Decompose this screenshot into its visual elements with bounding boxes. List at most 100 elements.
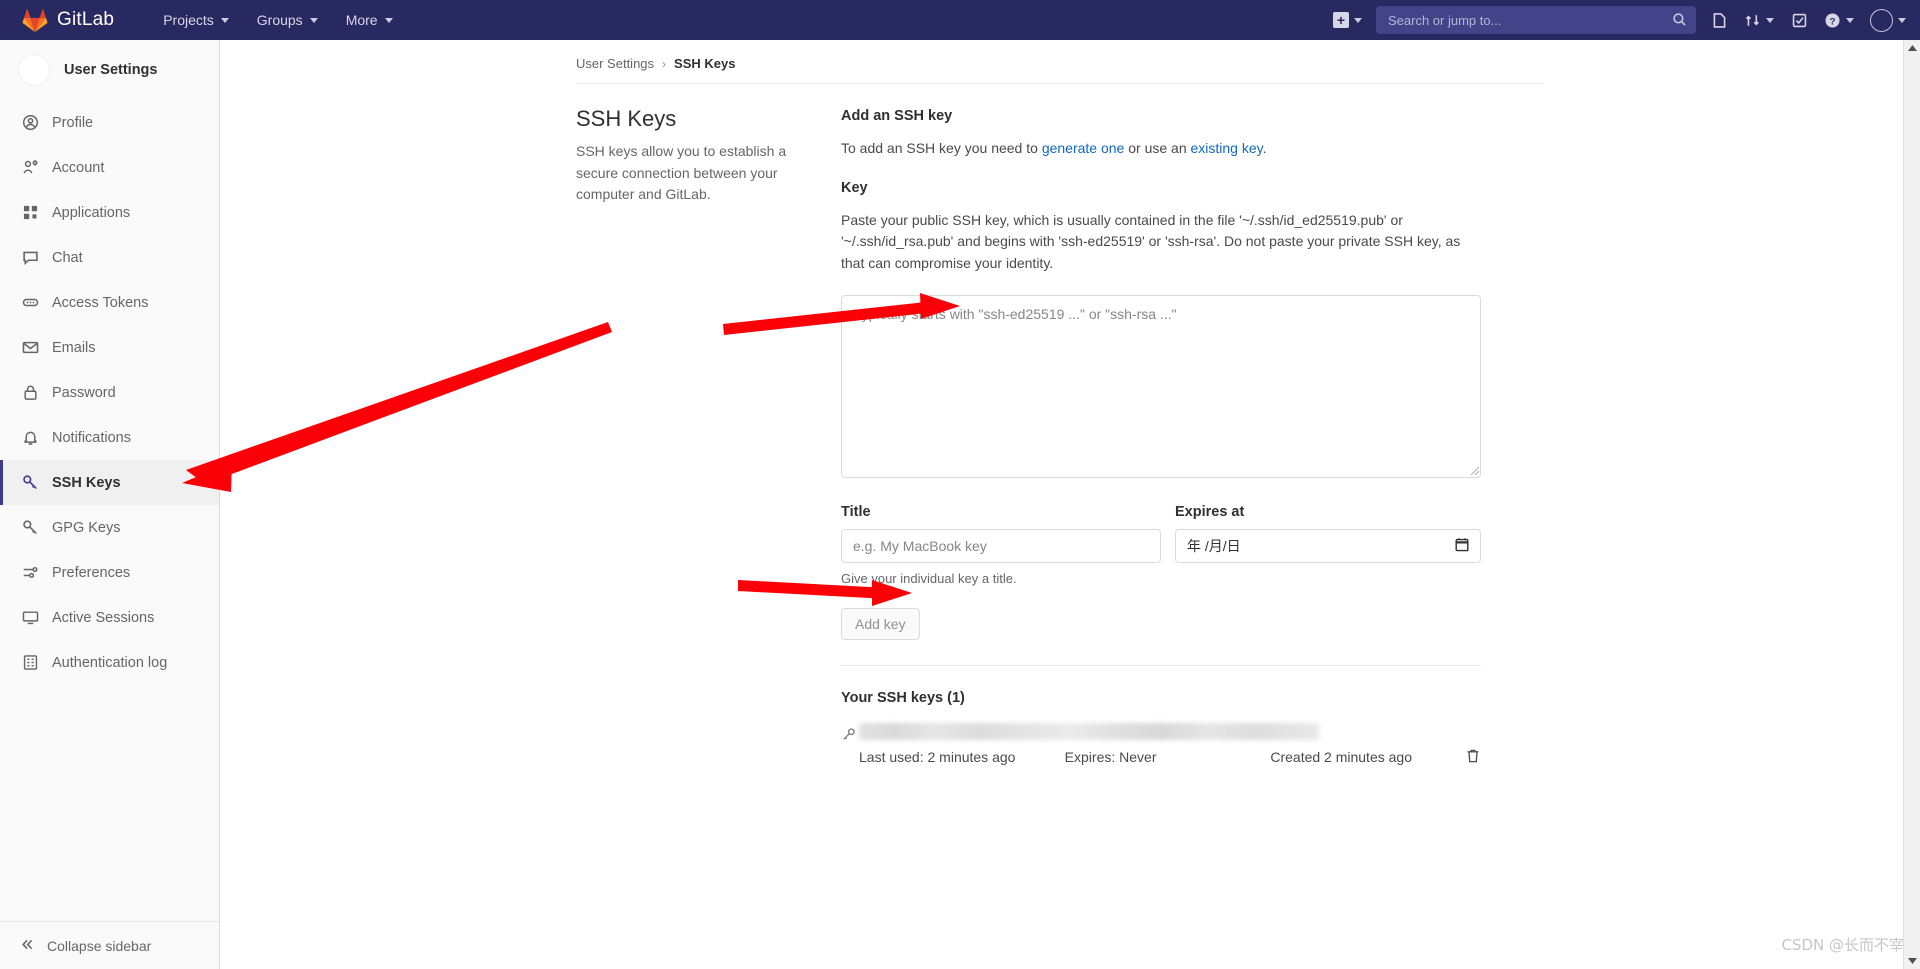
sidebar-label-gpg-keys: GPG Keys	[52, 519, 121, 536]
key-created: Created 2 minutes ago	[1270, 749, 1412, 766]
nav-item-groups[interactable]: Groups	[248, 7, 327, 33]
expires-at-label: Expires at	[1175, 503, 1245, 520]
chevron-down-icon	[1846, 17, 1854, 23]
monitor-icon	[22, 609, 39, 626]
sidebar-item-active-sessions[interactable]: Active Sessions	[0, 595, 219, 640]
sidebar-avatar	[18, 54, 50, 86]
sidebar-item-emails[interactable]: Emails	[0, 325, 219, 370]
key-textarea-wrapper	[841, 294, 1481, 483]
ssh-key-name-redacted	[859, 722, 1319, 740]
breadcrumb-user-settings[interactable]: User Settings	[576, 56, 654, 71]
issues-button[interactable]	[1702, 0, 1736, 40]
sidebar-header[interactable]: User Settings	[0, 40, 219, 100]
sidebar-item-password[interactable]: Password	[0, 370, 219, 415]
help-button[interactable]: ?	[1816, 0, 1862, 40]
sidebar-item-account[interactable]: Account	[0, 145, 219, 190]
scroll-down-arrow[interactable]	[1904, 952, 1920, 969]
chevron-down-icon	[384, 17, 393, 23]
add-key-intro: To add an SSH key you need to generate o…	[841, 138, 1481, 160]
log-icon	[22, 654, 39, 671]
your-ssh-keys-heading: Your SSH keys (1)	[841, 689, 965, 706]
sidebar-label-chat: Chat	[52, 249, 83, 266]
sidebar-item-access-tokens[interactable]: Access Tokens	[0, 280, 219, 325]
breadcrumb-separator: ›	[662, 56, 667, 71]
key-field-help: Paste your public SSH key, which is usua…	[841, 211, 1461, 272]
search-box	[1376, 6, 1696, 34]
token-icon	[22, 294, 39, 311]
sidebar-item-profile[interactable]: Profile	[0, 100, 219, 145]
sidebar-item-authentication-log[interactable]: Authentication log	[0, 640, 219, 685]
sidebar-item-notifications[interactable]: Notifications	[0, 415, 219, 460]
nav-item-projects[interactable]: Projects	[154, 7, 238, 33]
chevron-down-icon	[220, 17, 229, 23]
chevron-down-icon	[309, 17, 318, 23]
existing-key-link[interactable]: existing key	[1191, 140, 1263, 156]
key-expires: Expires: Never	[1064, 749, 1157, 766]
delete-key-button[interactable]	[1465, 748, 1481, 767]
lock-icon	[22, 384, 39, 401]
chevron-down-icon	[1766, 17, 1774, 23]
title-help-text: Give your individual key a title.	[841, 570, 1017, 586]
sidebar-label-profile: Profile	[52, 114, 94, 131]
profile-icon	[22, 114, 39, 131]
sidebar-title: User Settings	[64, 62, 158, 78]
gitlab-home-link[interactable]: GitLab	[22, 8, 114, 33]
settings-sidebar: User Settings Profile Account Applicatio…	[0, 40, 220, 969]
sidebar-item-applications[interactable]: Applications	[0, 190, 219, 235]
sidebar-item-gpg-keys[interactable]: GPG Keys	[0, 505, 219, 550]
scroll-up-arrow[interactable]	[1904, 40, 1920, 57]
chevron-double-left-icon	[20, 937, 35, 955]
add-key-intro-suffix: .	[1262, 140, 1267, 156]
collapse-sidebar-label: Collapse sidebar	[47, 937, 152, 954]
ssh-key-meta: Last used: 2 minutes ago Expires: Never …	[859, 748, 1481, 767]
sidebar-label-account: Account	[52, 159, 105, 176]
expires-at-placeholder: 年 /月/日	[1187, 537, 1241, 554]
avatar	[1870, 8, 1893, 32]
top-navbar: GitLab Projects Groups More + Search or …	[0, 0, 1920, 40]
chevron-down-icon	[1898, 17, 1906, 23]
breadcrumb-current: SSH Keys	[674, 56, 736, 71]
sidebar-label-preferences: Preferences	[52, 564, 131, 581]
calendar-icon[interactable]	[1455, 537, 1469, 555]
expires-field-group: Expires at 年 /月/日	[1175, 504, 1481, 586]
page-scrollbar[interactable]	[1903, 40, 1920, 969]
keys-list-divider	[841, 664, 1481, 666]
todos-button[interactable]	[1782, 0, 1816, 40]
sidebar-label-access-tokens: Access Tokens	[52, 294, 149, 311]
add-key-intro-prefix: To add an SSH key you need to	[841, 140, 1042, 156]
user-menu-button[interactable]	[1862, 0, 1920, 40]
gitlab-wordmark: GitLab	[57, 9, 115, 30]
key-icon	[841, 727, 856, 747]
plus-icon: +	[1333, 12, 1349, 28]
primary-nav: Projects Groups More	[154, 7, 401, 33]
table-row[interactable]: Last used: 2 minutes ago Expires: Never …	[841, 722, 1481, 767]
sidebar-item-chat[interactable]: Chat	[0, 235, 219, 280]
key-icon	[22, 519, 39, 536]
title-label: Title	[841, 503, 871, 520]
nav-item-more[interactable]: More	[337, 7, 402, 33]
sidebar-label-authentication-log: Authentication log	[52, 654, 168, 671]
main-content: User Settings › SSH Keys SSH Keys SSH ke…	[220, 40, 1920, 969]
create-new-button[interactable]: +	[1325, 0, 1370, 40]
preferences-icon	[22, 564, 39, 581]
sidebar-item-preferences[interactable]: Preferences	[0, 550, 219, 595]
nav-groups-label: Groups	[256, 12, 303, 28]
key-icon	[22, 474, 39, 491]
collapse-sidebar-button[interactable]: Collapse sidebar	[0, 921, 219, 969]
generate-one-link[interactable]: generate one	[1042, 140, 1125, 156]
title-input[interactable]	[841, 528, 1161, 563]
gitlab-tanuki-logo	[22, 8, 48, 33]
sidebar-label-applications: Applications	[52, 204, 131, 221]
merge-requests-button[interactable]	[1736, 0, 1782, 40]
search-input[interactable]	[1376, 6, 1696, 34]
sidebar-label-active-sessions: Active Sessions	[52, 609, 155, 626]
key-last-used: Last used: 2 minutes ago	[859, 749, 1016, 766]
sidebar-label-ssh-keys: SSH Keys	[52, 474, 121, 491]
email-icon	[22, 339, 39, 356]
ssh-key-textarea[interactable]	[841, 294, 1481, 478]
expires-at-input[interactable]: 年 /月/日	[1175, 528, 1481, 563]
ssh-keys-settings-section: SSH Keys SSH keys allow you to establish…	[220, 84, 1920, 767]
add-key-button[interactable]: Add key	[841, 607, 920, 640]
sidebar-item-ssh-keys[interactable]: SSH Keys	[0, 460, 219, 505]
applications-icon	[22, 204, 39, 221]
